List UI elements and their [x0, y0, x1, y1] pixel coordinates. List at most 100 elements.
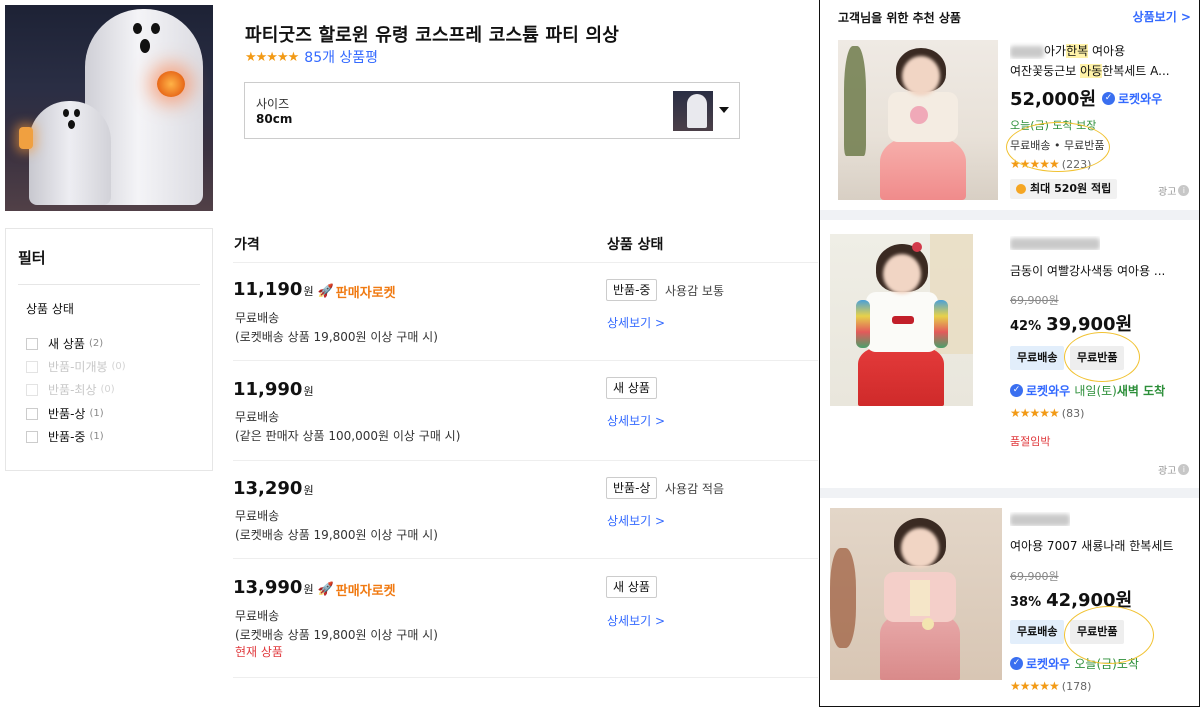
seller-rocket-badge: 🚀 판매자로켓 [317, 284, 396, 301]
price: 13,990 원 🚀 판매자로켓 [233, 577, 396, 599]
product-name-line2: 여잔꽃둥근보 아동한복세트 A... [1010, 64, 1170, 78]
column-header-price: 가격 [234, 237, 260, 253]
points-badge: 최대 520원 적립 [1010, 179, 1118, 199]
divider [233, 677, 818, 678]
filter-item-return-best: 반품-최상 (0) [26, 381, 115, 398]
product-title: 파티굿즈 할로윈 유령 코스프레 코스튬 파티 의상 [245, 25, 619, 46]
checkbox-icon[interactable] [26, 430, 38, 443]
rating-row: ★★★★★ 85개 상품평 [245, 47, 378, 67]
recommended-product-card[interactable]: 금동이 여빨강사색동 여아용 ... 69,900원 42% 39,900원 무료… [820, 220, 1199, 488]
rocketwow-icon: ✓ [1102, 92, 1115, 105]
filter-item-new[interactable]: 새 상품 (2) [26, 335, 103, 352]
condition-badge: 반품-상 [606, 477, 658, 499]
product-name: 금동이 여빨강사색동 여아용 ... [1010, 264, 1166, 278]
detail-link[interactable]: 상세보기 > [607, 512, 665, 529]
checkbox-icon[interactable] [26, 407, 38, 420]
ghost-costume-child [29, 101, 111, 205]
soldout-soon-label: 품절임박 [1010, 435, 1051, 448]
free-shipping-pill: 무료배송 [1010, 346, 1065, 370]
shipping-condition: (로켓배송 상품 19,800원 이상 구매 시) [235, 628, 438, 642]
discount-price: 38% 42,900원 [1010, 590, 1133, 611]
shipping-return-text: 무료배송 • 무료반품 [1010, 139, 1105, 152]
free-return-pill: 무료반품 [1070, 346, 1125, 370]
blurred-brand [1010, 236, 1100, 250]
table-row: 13,990 원 🚀 판매자로켓 무료배송 (로켓배송 상품 19,800원 이상 … [233, 576, 818, 677]
recommendation-header: 고객님을 위한 추천 상품 상품보기 > [820, 0, 1199, 30]
filter-title: 필터 [18, 249, 46, 267]
shipping-text: 무료배송 [235, 311, 280, 325]
recommended-product-card[interactable]: 여아용 7007 새룡나래 한복세트 69,900원 38% 42,900원 무료… [820, 498, 1199, 706]
rocketwow-badge: ✓ 로켓와우 [1102, 90, 1162, 107]
condition-badge: 새 상품 [606, 576, 657, 598]
rocketwow-badge: ✓ 로켓와우 내일(토) 새벽 도착 [1010, 382, 1165, 399]
divider [18, 284, 200, 285]
filter-item-return-unopened: 반품-미개봉 (0) [26, 358, 126, 375]
rocketwow-icon: ✓ [1010, 384, 1023, 397]
ad-label[interactable]: 광고 i [1158, 183, 1190, 198]
free-return-pill: 무료반품 [1070, 620, 1125, 644]
condition-badge: 새 상품 [606, 377, 657, 399]
detail-link[interactable]: 상세보기 > [607, 612, 665, 629]
shipping-condition: (로켓배송 상품 19,800원 이상 구매 시) [235, 528, 438, 542]
star-icon: ★★★★★ (83) [1010, 406, 1085, 420]
option-thumbnail [673, 91, 713, 131]
price: 11,190 원 🚀 판매자로켓 [233, 279, 396, 301]
filter-panel: 필터 상품 상태 새 상품 (2) 반품-미개봉 (0) 반품-최상 (0) 반품-상… [5, 228, 213, 471]
recommendation-title: 고객님을 위한 추천 상품 [838, 11, 961, 25]
free-shipping-pill: 무료배송 [1010, 620, 1065, 644]
shipping-condition: (로켓배송 상품 19,800원 이상 구매 시) [235, 330, 438, 344]
size-option-select[interactable]: 사이즈 80cm [244, 82, 740, 139]
product-name: 여아용 7007 새룡나래 한복세트 [1010, 539, 1174, 553]
checkbox-icon[interactable] [26, 337, 38, 350]
product-name: 아가한복 여아용 [1010, 42, 1195, 59]
star-icon: ★★★★★ [245, 49, 299, 65]
detail-link[interactable]: 상세보기 > [607, 412, 665, 429]
checkbox-icon [26, 383, 38, 396]
condition-text: 사용감 적음 [665, 482, 725, 496]
divider [233, 360, 818, 361]
filter-section-title: 상품 상태 [26, 302, 74, 316]
shipping-text: 무료배송 [235, 609, 280, 623]
review-count-link[interactable]: 85개 상품평 [304, 47, 378, 67]
rocketwow-icon: ✓ [1010, 657, 1023, 670]
discount-price: 42% 39,900원 [1010, 314, 1133, 335]
product-thumbnail[interactable] [830, 234, 973, 406]
view-products-link[interactable]: 상품보기 > [1133, 8, 1191, 25]
caret-down-icon[interactable] [719, 107, 729, 113]
recommended-product-card[interactable]: 아가한복 여아용 여잔꽃둥근보 아동한복세트 A... 52,000원 ✓ 로켓와… [820, 30, 1199, 210]
product-image[interactable] [5, 5, 213, 211]
option-value: 80cm [256, 112, 293, 126]
rocket-icon: 🚀 [317, 582, 334, 597]
pumpkin-lantern [157, 71, 185, 97]
shipping-text: 무료배송 [235, 410, 280, 424]
product-price: 52,000원 [1010, 89, 1097, 110]
filter-item-return-fair[interactable]: 반품-중 (1) [26, 428, 104, 445]
filter-item-return-good[interactable]: 반품-상 (1) [26, 405, 104, 422]
lantern [19, 127, 33, 149]
recommendation-panel: 고객님을 위한 추천 상품 상품보기 > 아가한복 여아용 여잔꽃둥근보 아동한… [819, 0, 1200, 707]
ad-label[interactable]: 광고 i [1158, 462, 1190, 477]
condition-text: 사용감 보통 [665, 284, 725, 298]
arrival-guarantee: 오늘(금) 도착 보장 [1010, 119, 1097, 132]
column-header-condition: 상품 상태 [607, 237, 664, 253]
seller-rocket-badge: 🚀 판매자로켓 [317, 582, 396, 599]
product-thumbnail[interactable] [830, 508, 1002, 680]
info-icon[interactable]: i [1178, 185, 1190, 196]
product-thumbnail[interactable] [838, 40, 998, 200]
checkbox-icon [26, 360, 38, 373]
option-label: 사이즈 [256, 97, 290, 111]
shipping-text: 무료배송 [235, 509, 280, 523]
divider [233, 558, 818, 559]
table-row: 11,990 원 무료배송 (같은 판매자 상품 100,000원 이상 구매 시… [233, 377, 818, 459]
blurred-brand [1010, 512, 1070, 526]
price: 13,290 원 [233, 478, 314, 499]
current-product-label: 현재 상품 [235, 645, 283, 659]
info-icon[interactable]: i [1178, 464, 1190, 475]
table-row: 13,290 원 무료배송 (로켓배송 상품 19,800원 이상 구매 시) 반… [233, 477, 818, 558]
condition-badge: 반품-중 [606, 279, 658, 301]
original-price: 69,900원 [1010, 294, 1059, 307]
blurred-brand [1010, 45, 1044, 58]
star-icon: ★★★★★ (178) [1010, 679, 1092, 693]
detail-link[interactable]: 상세보기 > [607, 314, 665, 331]
coin-icon [1016, 184, 1026, 194]
